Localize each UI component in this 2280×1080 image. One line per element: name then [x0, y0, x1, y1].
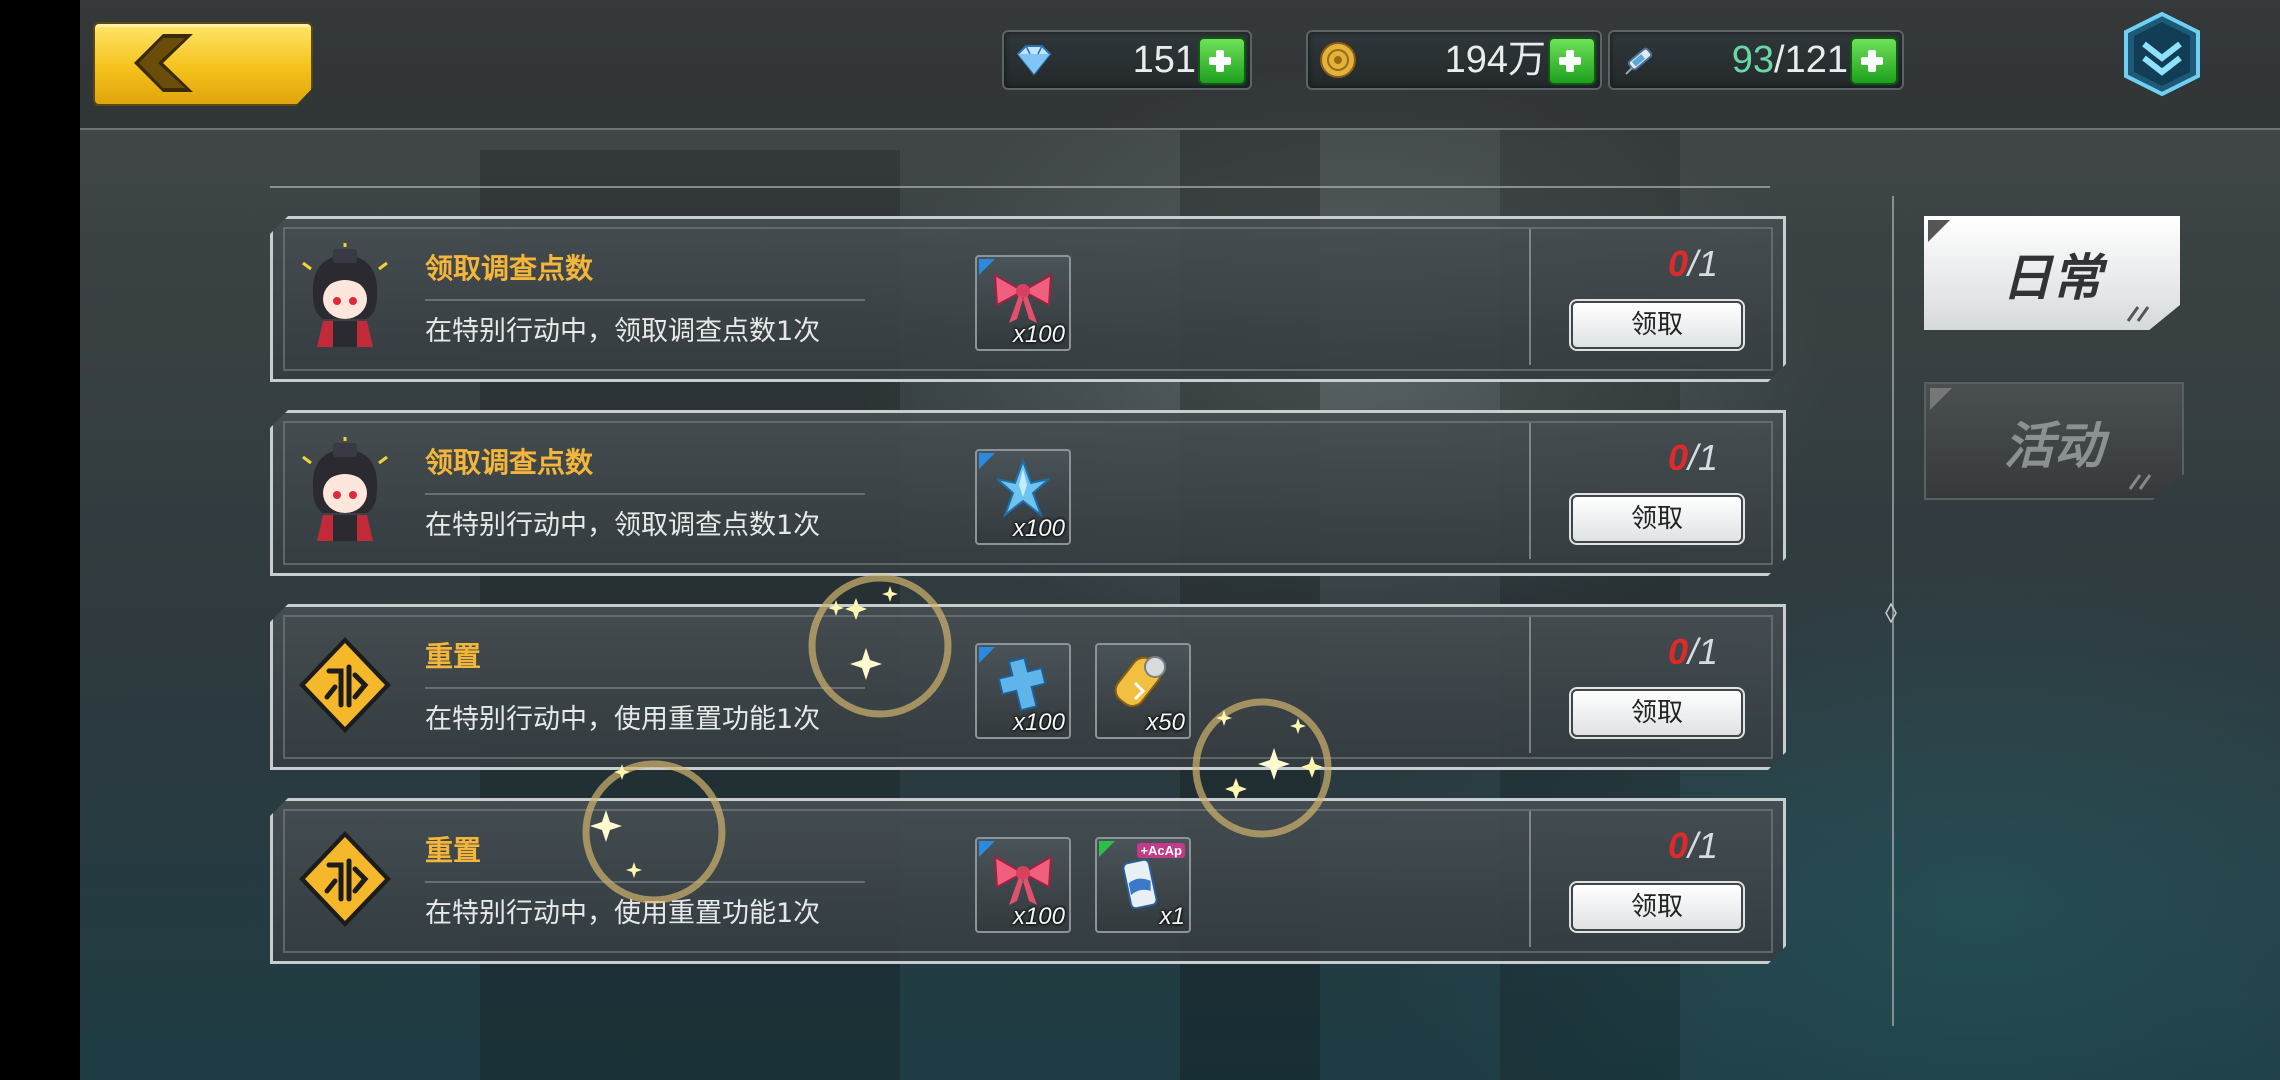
progress-current: 0: [1667, 631, 1688, 672]
chibi-girl-avatar: [293, 437, 397, 545]
gem-counter: 151: [1002, 30, 1252, 90]
add-coins-button[interactable]: [1548, 37, 1596, 85]
reward-quantity: x100: [1012, 515, 1065, 542]
add-stamina-button[interactable]: [1850, 37, 1898, 85]
progress-total: 1: [1698, 825, 1719, 866]
claim-button[interactable]: 领取: [1571, 495, 1743, 543]
reward-item[interactable]: x100: [975, 837, 1071, 933]
reward-item[interactable]: +AcAp x1: [1095, 837, 1191, 933]
diamond-icon: [1016, 45, 1052, 76]
tab-event-label: 活动: [2004, 417, 2104, 475]
stamina-amount: 93/121: [1732, 38, 1848, 82]
task-progress: 0/1: [1633, 437, 1753, 479]
divider-diamond-icon: [1885, 603, 1897, 623]
tab-daily[interactable]: 日常: [1924, 216, 2180, 330]
reset-sign-icon: [293, 825, 397, 933]
reward-item[interactable]: x50: [1095, 643, 1191, 739]
title-divider: [425, 687, 865, 689]
reward-quantity: x100: [1012, 709, 1065, 736]
sparkle-effect: [1192, 698, 1332, 838]
progress-current: 0: [1667, 243, 1688, 284]
title-divider: [425, 299, 865, 301]
task-progress: 0/1: [1633, 243, 1753, 285]
column-divider: [1529, 617, 1531, 753]
task-description: 在特别行动中，领取调查点数1次: [425, 510, 821, 541]
column-divider: [1529, 423, 1531, 559]
task-progress: 0/1: [1633, 631, 1753, 673]
title-divider: [425, 493, 865, 495]
back-arrow-icon: [134, 34, 193, 92]
progress-total: 1: [1698, 243, 1719, 284]
tab-daily-label: 日常: [2002, 249, 2102, 307]
reward-quantity: x100: [1012, 903, 1065, 930]
task-card: 重置 在特别行动中，使用重置功能1次 x100 x50 0/1 领取: [270, 604, 1786, 770]
reset-sign-icon: [293, 631, 397, 739]
task-description: 在特别行动中，使用重置功能1次: [425, 704, 821, 735]
top-divider: [80, 128, 2280, 130]
progress-separator: /: [1687, 825, 1698, 866]
task-card: 领取调查点数 在特别行动中，领取调查点数1次 x100 0/1 领取: [270, 216, 1786, 382]
stamina-current: 93: [1731, 39, 1775, 81]
gold-ticket-icon: [1107, 651, 1179, 715]
progress-total: 1: [1698, 631, 1719, 672]
coin-counter: 194万: [1306, 30, 1602, 90]
column-divider: [1529, 811, 1531, 947]
progress-separator: /: [1687, 631, 1698, 672]
claim-button[interactable]: 领取: [1571, 301, 1743, 349]
stamina-separator: /: [1774, 39, 1785, 81]
task-title: 领取调查点数: [425, 252, 594, 285]
column-divider: [1529, 229, 1531, 365]
task-description: 在特别行动中，领取调查点数1次: [425, 316, 821, 347]
task-title: 重置: [425, 640, 482, 673]
reward-item[interactable]: x100: [975, 255, 1071, 351]
tab-event[interactable]: 活动: [1924, 382, 2184, 500]
blue-crystal-icon: [987, 457, 1059, 521]
reward-quantity: x100: [1012, 321, 1065, 348]
menu-dropdown-icon[interactable]: [2120, 10, 2204, 98]
slash-decoration-icon: [2126, 306, 2150, 322]
syringe-icon: [1625, 47, 1653, 75]
sparkle-effect: [808, 574, 952, 718]
gem-amount: 151: [1132, 39, 1196, 81]
slash-decoration-icon: [2128, 474, 2152, 490]
add-gems-button[interactable]: [1198, 37, 1246, 85]
reward-quantity: x1: [1159, 903, 1185, 930]
progress-current: 0: [1667, 437, 1688, 478]
task-title: 重置: [425, 834, 482, 867]
pink-bow-icon: [987, 263, 1059, 327]
task-progress: 0/1: [1633, 825, 1753, 867]
progress-current: 0: [1667, 825, 1688, 866]
coin-amount: 194万: [1444, 39, 1546, 81]
coin-icon: [1320, 42, 1356, 78]
blue-cross-icon: [987, 651, 1059, 715]
top-bar: 151 194万 93/121: [80, 0, 2280, 128]
claim-button[interactable]: 领取: [1571, 883, 1743, 931]
sparkle-effect: [582, 760, 726, 904]
task-card: 重置 在特别行动中，使用重置功能1次 x100 +AcAp x1 0/1 领取: [270, 798, 1786, 964]
pink-bow-icon: [987, 845, 1059, 909]
task-title: 领取调查点数: [425, 446, 594, 479]
game-screen: 151 194万 93/121 领取调查点数 在特别行动中，领取调查点数1次 x…: [80, 0, 2280, 1080]
stamina-counter: 93/121: [1608, 30, 1904, 90]
scrolled-card-edge: [270, 176, 1770, 188]
reward-badge: +AcAp: [1137, 843, 1185, 858]
progress-separator: /: [1687, 437, 1698, 478]
task-card: 领取调查点数 在特别行动中，领取调查点数1次 x100 0/1 领取: [270, 410, 1786, 576]
chibi-girl-avatar: [293, 243, 397, 351]
stamina-max: 121: [1784, 39, 1848, 81]
reward-item[interactable]: x100: [975, 449, 1071, 545]
progress-separator: /: [1687, 243, 1698, 284]
progress-total: 1: [1698, 437, 1719, 478]
back-button[interactable]: [93, 22, 313, 106]
reward-item[interactable]: x100: [975, 643, 1071, 739]
claim-button[interactable]: 领取: [1571, 689, 1743, 737]
